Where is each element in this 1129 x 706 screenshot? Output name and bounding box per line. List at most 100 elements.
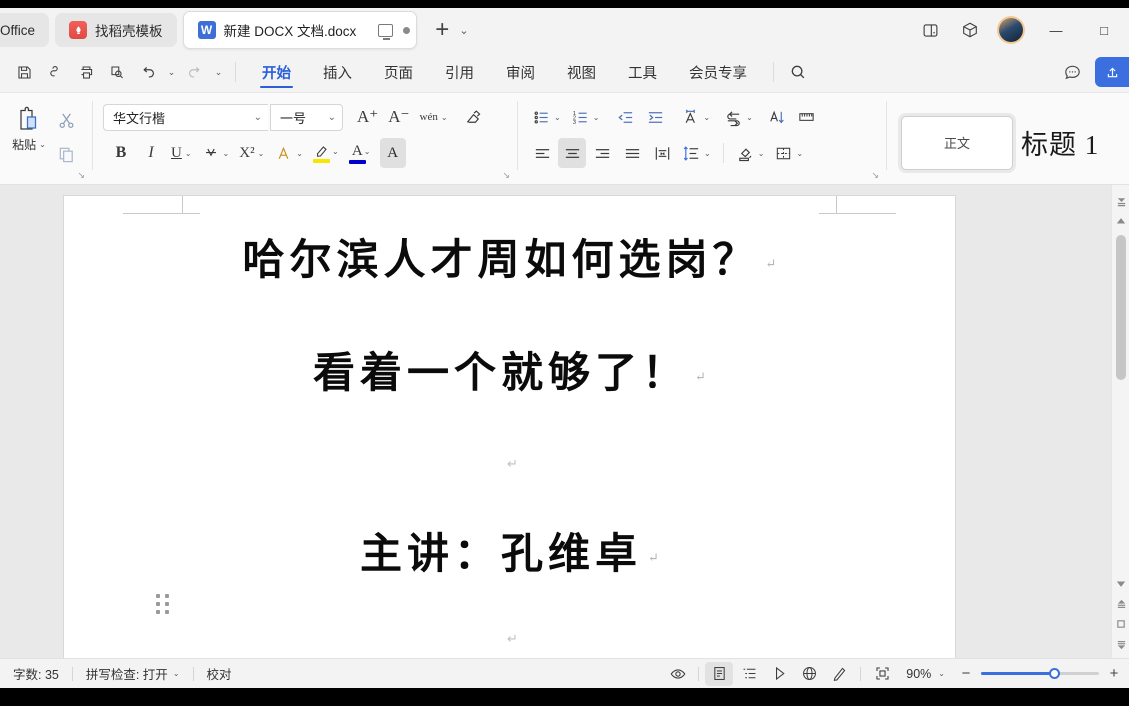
tab-daoke-templates[interactable]: 找稻壳模板: [55, 13, 177, 47]
font-color-button[interactable]: A ⌄: [345, 138, 378, 168]
document-canvas[interactable]: 哈尔滨人才周如何选岗？ ↵ 看着一个就够了！ ↵ ↵ 主讲：孔维卓 ↵ ↵: [0, 185, 1129, 658]
asian-layout-button[interactable]: ⌄: [677, 102, 714, 132]
document-line-4[interactable]: 主讲：孔维卓 ↵: [184, 520, 835, 581]
align-right-button[interactable]: [588, 138, 616, 168]
tab-document-active[interactable]: W 新建 DOCX 文档.docx: [182, 11, 418, 49]
scroll-top-icon[interactable]: [1112, 191, 1129, 211]
zoom-caret-icon[interactable]: ⌄: [937, 669, 953, 678]
quick-access-more-icon[interactable]: ⌄: [212, 67, 225, 78]
highlight-button[interactable]: ⌄: [309, 138, 343, 168]
zoom-in-button[interactable]: +: [1103, 665, 1125, 682]
scrollbar-thumb[interactable]: [1116, 235, 1126, 380]
paste-caret-icon[interactable]: ⌄: [38, 140, 46, 149]
italic-button[interactable]: I: [137, 138, 165, 168]
style-heading-1[interactable]: 标题 1: [1021, 123, 1099, 162]
zoom-out-button[interactable]: −: [955, 665, 977, 682]
text-effect-button[interactable]: ⌄: [270, 138, 307, 168]
next-page-icon[interactable]: [1112, 634, 1129, 654]
zoom-slider[interactable]: [981, 668, 1099, 679]
borders-button[interactable]: ⌄: [770, 138, 807, 168]
align-center-button[interactable]: [558, 138, 586, 168]
cloud-sync-icon[interactable]: [41, 58, 69, 86]
scroll-up-arrow[interactable]: [1112, 211, 1129, 231]
print-preview-icon[interactable]: [103, 58, 131, 86]
proofread-button[interactable]: 校对: [194, 661, 245, 687]
tab-insert[interactable]: 插入: [307, 52, 368, 92]
eye-icon[interactable]: [664, 662, 692, 686]
cube-icon[interactable]: [959, 19, 981, 41]
tab-page[interactable]: 页面: [368, 52, 429, 92]
fullscreen-icon[interactable]: [868, 662, 896, 686]
tab-view[interactable]: 视图: [551, 52, 612, 92]
user-avatar[interactable]: [999, 18, 1023, 42]
outline-view-icon[interactable]: [735, 662, 763, 686]
shrink-font-icon[interactable]: A⁻: [384, 102, 413, 132]
style-normal[interactable]: 正文: [901, 115, 1013, 170]
clipboard-dialog-launcher[interactable]: ↘: [77, 170, 85, 181]
align-left-button[interactable]: [528, 138, 556, 168]
cut-icon[interactable]: [52, 105, 80, 135]
grow-font-icon[interactable]: A⁺: [353, 102, 382, 132]
pinyin-guide-icon[interactable]: wén ⌄: [416, 102, 452, 132]
paragraph-drag-handle[interactable]: [156, 594, 170, 614]
document-page[interactable]: 哈尔滨人才周如何选岗？ ↵ 看着一个就够了！ ↵ ↵ 主讲：孔维卓 ↵ ↵: [64, 196, 955, 658]
chevron-down-icon[interactable]: ⌄: [459, 24, 468, 37]
text-direction-button[interactable]: ⌄: [720, 102, 757, 132]
search-icon[interactable]: [784, 58, 812, 86]
bold-button[interactable]: B: [107, 138, 135, 168]
spell-check-status[interactable]: 拼写检查: 打开 ⌄: [73, 661, 193, 687]
bullet-list-button[interactable]: ⌄: [528, 102, 565, 132]
print-icon[interactable]: [72, 58, 100, 86]
document-line-2[interactable]: 看着一个就够了！ ↵: [184, 339, 835, 400]
decrease-indent-button[interactable]: [611, 102, 639, 132]
font-dialog-launcher[interactable]: ↘: [502, 170, 510, 181]
character-shading-button[interactable]: A: [379, 138, 406, 168]
globe-icon[interactable]: [795, 662, 823, 686]
shading-button[interactable]: ⌄: [732, 138, 769, 168]
superscript-button[interactable]: X² ⌄: [235, 138, 268, 168]
undo-caret-icon[interactable]: ⌄: [165, 67, 178, 78]
maximize-button[interactable]: □: [1089, 17, 1119, 43]
split-view-icon[interactable]: [919, 19, 941, 41]
distribute-button[interactable]: [648, 138, 676, 168]
tab-home[interactable]: 开始: [246, 52, 307, 92]
font-size-combo[interactable]: 一号 ⌄: [270, 103, 343, 131]
tab-member[interactable]: 会员专享: [673, 52, 763, 92]
page-view-icon[interactable]: [705, 661, 734, 686]
line-spacing-button[interactable]: ⌄: [678, 138, 715, 168]
redo-icon[interactable]: [181, 58, 209, 86]
underline-button[interactable]: U ⌄: [167, 138, 196, 168]
previous-page-icon[interactable]: [1112, 594, 1129, 614]
select-browse-object-icon[interactable]: [1112, 614, 1129, 634]
monitor-icon[interactable]: [378, 23, 394, 40]
numbered-list-button[interactable]: 1 2 3 ⌄: [567, 102, 604, 132]
align-justify-button[interactable]: [618, 138, 646, 168]
strikethrough-button[interactable]: ⌄: [198, 138, 234, 168]
new-tab-button[interactable]: +: [435, 18, 449, 42]
zoom-level[interactable]: 90%: [898, 667, 935, 681]
tab-office[interactable]: Office: [0, 13, 50, 47]
tab-reference[interactable]: 引用: [429, 52, 490, 92]
sort-button[interactable]: [763, 102, 791, 132]
comment-icon[interactable]: [1061, 61, 1083, 83]
clear-format-icon[interactable]: [460, 102, 488, 132]
minimize-button[interactable]: —: [1041, 17, 1071, 43]
show-paragraph-marks-button[interactable]: [793, 102, 821, 132]
share-button[interactable]: [1095, 57, 1129, 87]
tab-tools[interactable]: 工具: [612, 52, 673, 92]
vertical-scrollbar[interactable]: [1111, 185, 1129, 658]
document-line-5-blank[interactable]: ↵: [184, 631, 835, 658]
font-name-combo[interactable]: 华文行楷 ⌄: [103, 103, 268, 131]
increase-indent-button[interactable]: [641, 102, 669, 132]
scroll-down-arrow[interactable]: [1112, 574, 1129, 594]
paste-button[interactable]: 粘贴 ⌄: [6, 101, 52, 153]
document-line-3-blank[interactable]: ↵: [184, 456, 835, 498]
undo-icon[interactable]: [134, 58, 162, 86]
word-count[interactable]: 字数: 35: [0, 661, 72, 687]
pen-icon[interactable]: [825, 662, 853, 686]
document-line-1[interactable]: 哈尔滨人才周如何选岗？ ↵: [184, 226, 835, 287]
copy-icon[interactable]: [52, 139, 80, 169]
zoom-slider-handle[interactable]: [1049, 668, 1060, 679]
play-icon[interactable]: [765, 662, 793, 686]
tab-review[interactable]: 审阅: [490, 52, 551, 92]
